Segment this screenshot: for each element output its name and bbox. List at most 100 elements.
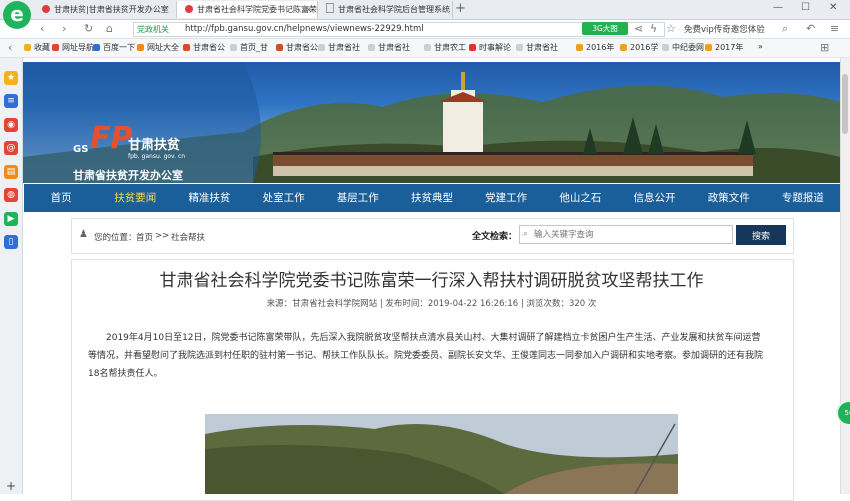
floating-assistant-badge[interactable]: 56 xyxy=(836,400,850,426)
breadcrumb-current[interactable]: 社会帮扶 xyxy=(171,231,205,243)
bookmark-item[interactable]: 网址导航 xyxy=(52,42,94,53)
bookmark-item[interactable]: 时事解论 xyxy=(469,42,511,53)
bookmark-favicon-icon xyxy=(230,44,237,51)
bookmark-item[interactable]: » xyxy=(758,42,763,51)
bookmark-item[interactable]: 网址大全 xyxy=(137,42,179,53)
bookmark-favicon-icon xyxy=(620,44,627,51)
tab-admin-system[interactable]: 甘肃省社会科学院后台管理系统 xyxy=(318,1,453,18)
bookmark-label: 甘肃省社 xyxy=(526,43,558,52)
notes-icon[interactable]: ▤ xyxy=(4,165,18,179)
search-input[interactable] xyxy=(519,225,733,244)
url-text[interactable]: http://fpb.gansu.gov.cn/helpnews/viewnew… xyxy=(185,24,424,34)
menu-item[interactable]: 扶贫典型 xyxy=(395,184,469,212)
bookmark-item[interactable]: 甘肃省社 xyxy=(516,42,558,53)
bookmark-item[interactable]: 甘肃省公 xyxy=(183,42,225,53)
article-meta: 来源：甘肃省社会科学院网站 | 发布时间：2019-04-22 16:26:16… xyxy=(266,299,597,309)
home-icon[interactable]: ⌂ xyxy=(106,22,113,35)
bookmark-label: 甘肃农工 xyxy=(434,43,466,52)
forward-arrow-icon[interactable]: › xyxy=(62,22,66,35)
bookmark-item[interactable]: 甘肃省社 xyxy=(368,42,410,53)
bookmark-favicon-icon xyxy=(24,44,31,51)
article-photo xyxy=(205,414,678,494)
bookmark-favicon-icon xyxy=(469,44,476,51)
menu-item[interactable]: 精准扶贫 xyxy=(172,184,246,212)
tab-title: 甘肃扶贫|甘肃省扶贫开发办公室 xyxy=(54,5,169,14)
bookmark-item[interactable]: 甘肃省公 xyxy=(276,42,318,53)
new-tab-button[interactable]: + xyxy=(455,0,466,18)
bookmark-label: 2016学 xyxy=(630,43,659,52)
bookmark-label: 中纪委网 xyxy=(672,43,704,52)
refresh-icon[interactable]: ↻ xyxy=(84,22,93,35)
menu-item[interactable]: 政策文件 xyxy=(692,184,766,212)
undo-icon[interactable]: ↶ xyxy=(806,22,815,35)
search-icon[interactable]: ⌕ xyxy=(782,22,788,36)
bookmark-label: 百度一下 xyxy=(103,43,135,52)
bookmark-item[interactable]: 百度一下 xyxy=(93,42,135,53)
promo-link[interactable]: 免费vip传奇邀您体验 xyxy=(684,23,765,35)
tab-title: 甘肃省社会科学院党委书记陈富荣 xyxy=(197,5,317,14)
game-controller-icon[interactable]: ◍ xyxy=(4,188,18,202)
scrollbar-thumb[interactable] xyxy=(842,74,848,134)
breadcrumb-home-link[interactable]: 首页 xyxy=(136,231,153,243)
bookmark-favicon-icon xyxy=(576,44,583,51)
menu-item[interactable]: 首页 xyxy=(24,184,98,212)
chevron-left-icon[interactable]: ‹ xyxy=(8,41,12,54)
bookmark-label: 2016年 xyxy=(586,43,615,52)
menu-item[interactable]: 信息公开 xyxy=(617,184,691,212)
bookmark-favicon-icon xyxy=(368,44,375,51)
bookmark-favicon-icon xyxy=(137,44,144,51)
maximize-window-button[interactable]: ☐ xyxy=(801,2,810,13)
bookmark-label: 时事解论 xyxy=(479,43,511,52)
menu-item[interactable]: 他山之石 xyxy=(543,184,617,212)
bookmark-item[interactable]: 甘肃农工 xyxy=(424,42,466,53)
star-icon[interactable]: ☆ xyxy=(666,22,676,35)
tab-fupin-home[interactable]: 甘肃扶贫|甘肃省扶贫开发办公室 xyxy=(34,1,177,18)
article-body: 2019年4月10日至12日，院党委书记陈富荣带队，先后深入我院脱贫攻坚帮扶点清… xyxy=(88,333,764,379)
bookmark-favicon-icon xyxy=(705,44,712,51)
search-button[interactable]: 搜索 xyxy=(736,225,786,245)
menu-icon[interactable]: ≡ xyxy=(830,22,839,35)
bookmark-label: 2017年 xyxy=(715,43,744,52)
bookmark-item[interactable]: 首页_甘 xyxy=(230,42,268,53)
weibo-icon[interactable]: ◉ xyxy=(4,118,18,132)
government-site-badge: 党政机关 xyxy=(137,25,169,34)
bookmark-item[interactable]: 收藏 xyxy=(24,42,50,53)
bookmark-item[interactable]: 甘肃省社 xyxy=(318,42,360,53)
lightning-icon[interactable]: ϟ xyxy=(650,22,657,35)
bookmark-label: 甘肃省公 xyxy=(286,43,318,52)
close-window-button[interactable]: ✕ xyxy=(829,2,837,13)
site-logo-gs: GS xyxy=(73,144,89,155)
news-list-icon[interactable]: ≡ xyxy=(4,94,18,108)
bookmark-item[interactable]: 2017年 xyxy=(705,42,743,53)
mail-at-icon[interactable]: @ xyxy=(4,141,18,155)
minimize-window-button[interactable]: — xyxy=(773,2,783,13)
bookmark-favicon-icon xyxy=(183,44,190,51)
menu-item[interactable]: 党建工作 xyxy=(469,184,543,212)
breadcrumb-separator: >> xyxy=(155,231,170,241)
bookmark-label: » xyxy=(758,42,763,51)
bookmark-label: 甘肃省社 xyxy=(328,43,360,52)
browser-logo-icon[interactable]: e xyxy=(3,1,31,29)
tab-close-icon[interactable]: × xyxy=(305,1,312,18)
tab-article[interactable]: 甘肃省社会科学院党委书记陈富荣 × xyxy=(177,1,318,18)
speed-mode-button[interactable]: 3G大图 xyxy=(582,22,628,35)
menu-item[interactable]: 专题报道 xyxy=(766,184,840,212)
favorites-star-icon[interactable]: ★ xyxy=(4,71,18,85)
bookmark-item[interactable]: 中纪委网 xyxy=(662,42,704,53)
back-arrow-icon[interactable]: ‹ xyxy=(40,22,44,35)
grid-icon[interactable]: ⊞ xyxy=(820,41,829,54)
mountain-village-photo xyxy=(205,414,678,494)
document-icon[interactable]: ▯ xyxy=(4,235,18,249)
bookmark-item[interactable]: 2016年 xyxy=(576,42,614,53)
site-logo-name: 甘肃扶贫 xyxy=(128,138,181,153)
bookmark-item[interactable]: 2016学 xyxy=(620,42,658,53)
site-logo-fp: FP xyxy=(90,121,133,156)
bookmark-label: 网址导航 xyxy=(62,43,94,52)
menu-item[interactable]: 处室工作 xyxy=(247,184,321,212)
share-icon[interactable]: ⋖ xyxy=(634,22,643,35)
menu-item[interactable]: 基层工作 xyxy=(321,184,395,212)
video-play-icon[interactable]: ▶ xyxy=(4,212,18,226)
bookmark-favicon-icon xyxy=(662,44,669,51)
add-sidebar-icon[interactable]: + xyxy=(6,479,16,493)
menu-item[interactable]: 扶贫要闻 xyxy=(98,184,172,212)
